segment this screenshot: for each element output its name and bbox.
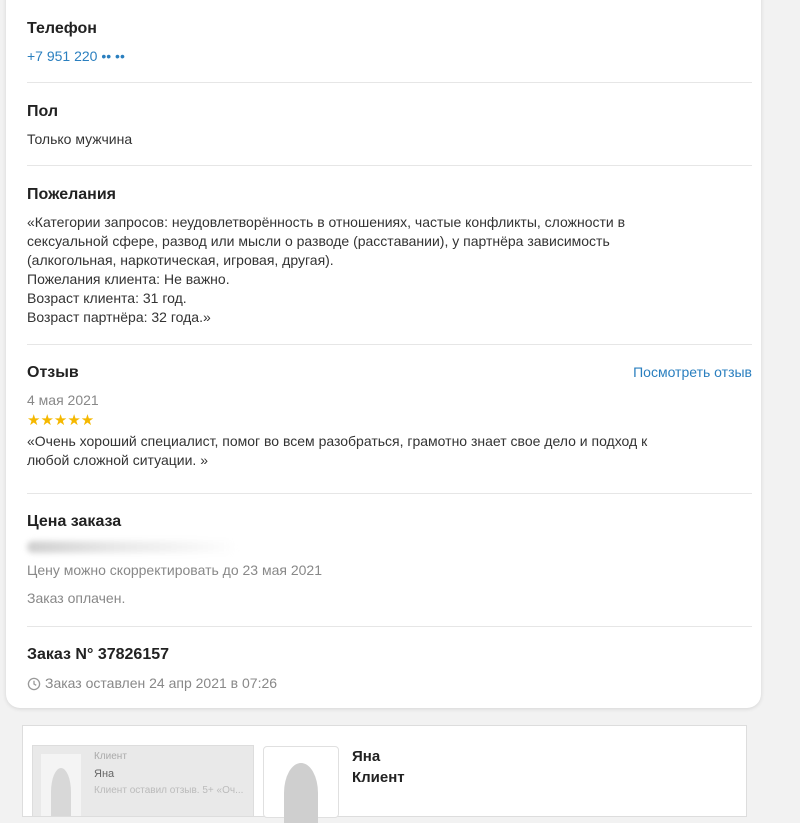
order-section: Заказ N° 37826157 Заказ оставлен 24 апр …: [27, 645, 752, 693]
wishes-line: Возраст клиента: 31 год.: [27, 290, 187, 306]
wishes-line: (алкогольная, наркотическая, игровая, др…: [27, 252, 334, 268]
review-text-line: любой сложной ситуации. »: [27, 452, 208, 468]
wishes-line: Пожелания клиента: Не важно.: [27, 271, 230, 287]
order-placed-text: Заказ оставлен 24 апр 2021 в 07:26: [45, 675, 278, 691]
order-details-card: Телефон +7 951 220 •• •• Пол Только мужч…: [6, 0, 761, 708]
review-section: Отзыв Посмотреть отзыв 4 мая 2021 ★★★★★ …: [27, 363, 752, 470]
thumb-avatar: [41, 754, 81, 816]
gender-heading: Пол: [27, 103, 59, 120]
phone-heading: Телефон: [27, 20, 97, 37]
thumb-role: Клиент: [94, 751, 127, 762]
divider: [27, 626, 752, 627]
view-review-link[interactable]: Посмотреть отзыв: [633, 364, 752, 380]
review-date: 4 мая 2021: [27, 392, 99, 408]
client-role: Клиент: [352, 769, 405, 786]
divider: [27, 165, 752, 166]
divider: [27, 82, 752, 83]
gender-value: Только мужчина: [27, 131, 133, 147]
divider: [27, 344, 752, 345]
rating-stars-icon: ★★★★★: [27, 412, 95, 429]
phone-section: Телефон +7 951 220 •• ••: [27, 19, 752, 64]
wishes-line: сексуальной сфере, развод или мысли о ра…: [27, 233, 610, 249]
client-name: Яна: [352, 748, 381, 765]
price-heading: Цена заказа: [27, 513, 122, 530]
thumb-text: Клиент оставил отзыв. 5+ «Оч...: [94, 785, 244, 796]
client-avatar[interactable]: [263, 746, 339, 823]
wishes-line: Возраст партнёра: 32 года.»: [27, 309, 211, 325]
wishes-section: Пожелания «Категории запросов: неудовлет…: [27, 185, 752, 327]
review-text-line: «Очень хороший специалист, помог во всем…: [27, 433, 648, 449]
wishes-line: «Категории запросов: неудовлетворённость…: [27, 214, 626, 230]
divider: [27, 493, 752, 494]
clock-icon: [27, 677, 41, 690]
client-panel: Клиент Яна Клиент оставил отзыв. 5+ «Оч.…: [22, 725, 747, 823]
price-value-blurred: [27, 532, 752, 560]
review-text: «Очень хороший специалист, помог во всем…: [27, 432, 752, 470]
wishes-text: «Категории запросов: неудовлетворённость…: [27, 213, 752, 327]
price-note: Цену можно скорректировать до 23 мая 202…: [27, 562, 322, 578]
payment-status: Заказ оплачен.: [27, 590, 126, 606]
phone-link[interactable]: +7 951 220 •• ••: [27, 48, 752, 64]
order-number: Заказ N° 37826157: [27, 646, 170, 663]
thumb-name: Яна: [94, 768, 115, 780]
gender-section: Пол Только мужчина: [27, 102, 752, 149]
client-thumbnail[interactable]: Клиент Яна Клиент оставил отзыв. 5+ «Оч.…: [32, 745, 254, 817]
price-section: Цена заказа Цену можно скорректировать д…: [27, 512, 752, 608]
order-placed: Заказ оставлен 24 апр 2021 в 07:26: [27, 674, 752, 693]
wishes-heading: Пожелания: [27, 186, 116, 203]
